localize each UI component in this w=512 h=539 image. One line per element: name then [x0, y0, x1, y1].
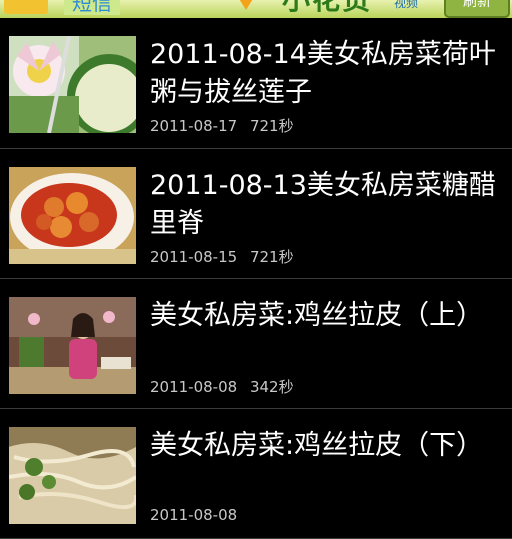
video-meta: 2011-08-15 721秒 — [150, 246, 294, 267]
refresh-button[interactable]: 刷新 — [444, 0, 510, 18]
video-duration: 721秒 — [249, 248, 294, 266]
video-duration: 721秒 — [249, 117, 294, 135]
video-title: 2011-08-14美女私房菜荷叶粥与拔丝莲子 — [150, 39, 496, 108]
video-meta: 2011-08-17 721秒 — [150, 115, 294, 136]
video-date: 2011-08-08 — [150, 378, 238, 396]
envelope-icon[interactable] — [4, 0, 48, 14]
app-logo-subtitle: 视频 — [394, 0, 419, 10]
video-title: 2011-08-13美女私房菜糖醋里脊 — [150, 170, 496, 239]
video-thumbnail-pork — [9, 167, 136, 264]
video-meta: 2011-08-08 342秒 — [150, 376, 294, 397]
video-date: 2011-08-17 — [150, 117, 238, 135]
video-duration: 342秒 — [249, 378, 294, 396]
video-date: 2011-08-15 — [150, 248, 238, 266]
top-toolbar: 短信 小花货 视频 刷新 — [0, 0, 512, 18]
list-item[interactable]: 2011-08-14美女私房菜荷叶粥与拔丝莲子 2011-08-17 721秒 — [0, 18, 512, 149]
video-title: 美女私房菜:鸡丝拉皮（下） — [150, 430, 484, 461]
list-item[interactable]: 2011-08-13美女私房菜糖醋里脊 2011-08-15 721秒 — [0, 149, 512, 279]
list-item[interactable]: 美女私房菜:鸡丝拉皮（下） 2011-08-08 — [0, 409, 512, 539]
app-logo-text: 小花货 — [282, 0, 372, 14]
video-thumbnail-lotus — [9, 36, 136, 133]
list-item[interactable]: 美女私房菜:鸡丝拉皮（上） 2011-08-08 342秒 — [0, 279, 512, 409]
video-meta: 2011-08-08 — [150, 506, 245, 524]
arrow-down-icon — [236, 0, 256, 10]
video-date: 2011-08-08 — [150, 506, 238, 524]
sms-button[interactable]: 短信 — [64, 0, 120, 15]
video-list: 2011-08-14美女私房菜荷叶粥与拔丝莲子 2011-08-17 721秒 … — [0, 18, 512, 539]
video-title: 美女私房菜:鸡丝拉皮（上） — [150, 300, 484, 331]
video-thumbnail-chef — [9, 297, 136, 394]
video-thumbnail-noodles — [9, 427, 136, 524]
